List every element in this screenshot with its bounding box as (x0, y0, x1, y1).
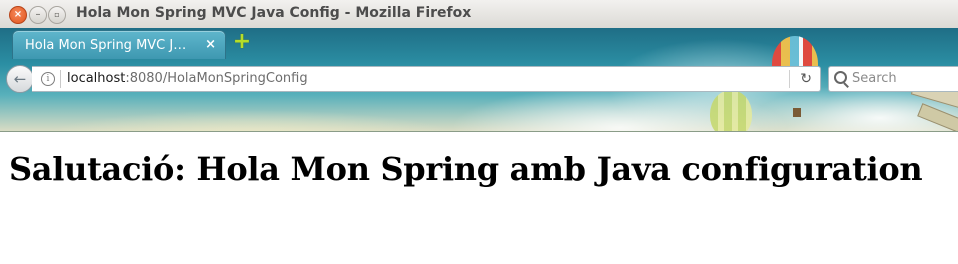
maximize-icon: ▫ (54, 10, 60, 19)
page-content: Salutació: Hola Mon Spring amb Java conf… (0, 132, 958, 264)
minimize-icon: – (35, 9, 41, 20)
window-titlebar: × – ▫ Hola Mon Spring MVC Java Config - … (0, 0, 958, 29)
browser-toolbox: Hola Mon Spring MVC J… × + ← i localhost… (0, 28, 958, 132)
search-placeholder: Search (852, 71, 897, 86)
reload-divider (789, 70, 790, 88)
url-divider (60, 70, 61, 88)
url-bar[interactable]: i localhost:8080/HolaMonSpringConfig ↻ (32, 66, 821, 92)
url-path: :8080/HolaMonSpringConfig (125, 71, 308, 86)
window-minimize-button[interactable]: – (29, 6, 47, 24)
reload-icon[interactable]: ↻ (800, 70, 812, 88)
search-icon (834, 71, 847, 84)
new-tab-button[interactable]: + (232, 29, 252, 54)
tab-close-icon[interactable]: × (205, 37, 216, 52)
window-title: Hola Mon Spring MVC Java Config - Mozill… (76, 5, 472, 21)
site-info-icon[interactable]: i (41, 72, 55, 86)
theme-signpost-lower (917, 103, 958, 131)
tab-active[interactable]: Hola Mon Spring MVC J… × (12, 30, 226, 59)
close-icon: × (13, 9, 23, 20)
window-close-button[interactable]: × (9, 6, 27, 24)
back-arrow-icon: ← (13, 70, 27, 88)
back-button[interactable]: ← (6, 65, 34, 93)
url-text[interactable]: localhost:8080/HolaMonSpringConfig (67, 71, 308, 86)
page-heading: Salutació: Hola Mon Spring amb Java conf… (9, 150, 923, 188)
tab-label: Hola Mon Spring MVC J… (25, 38, 187, 53)
theme-balloon-small (710, 90, 752, 131)
window-maximize-button[interactable]: ▫ (48, 6, 66, 24)
url-host: localhost (67, 71, 126, 86)
plus-icon: + (232, 29, 252, 54)
search-input[interactable]: Search (828, 66, 958, 92)
theme-balloon-basket (793, 108, 801, 117)
